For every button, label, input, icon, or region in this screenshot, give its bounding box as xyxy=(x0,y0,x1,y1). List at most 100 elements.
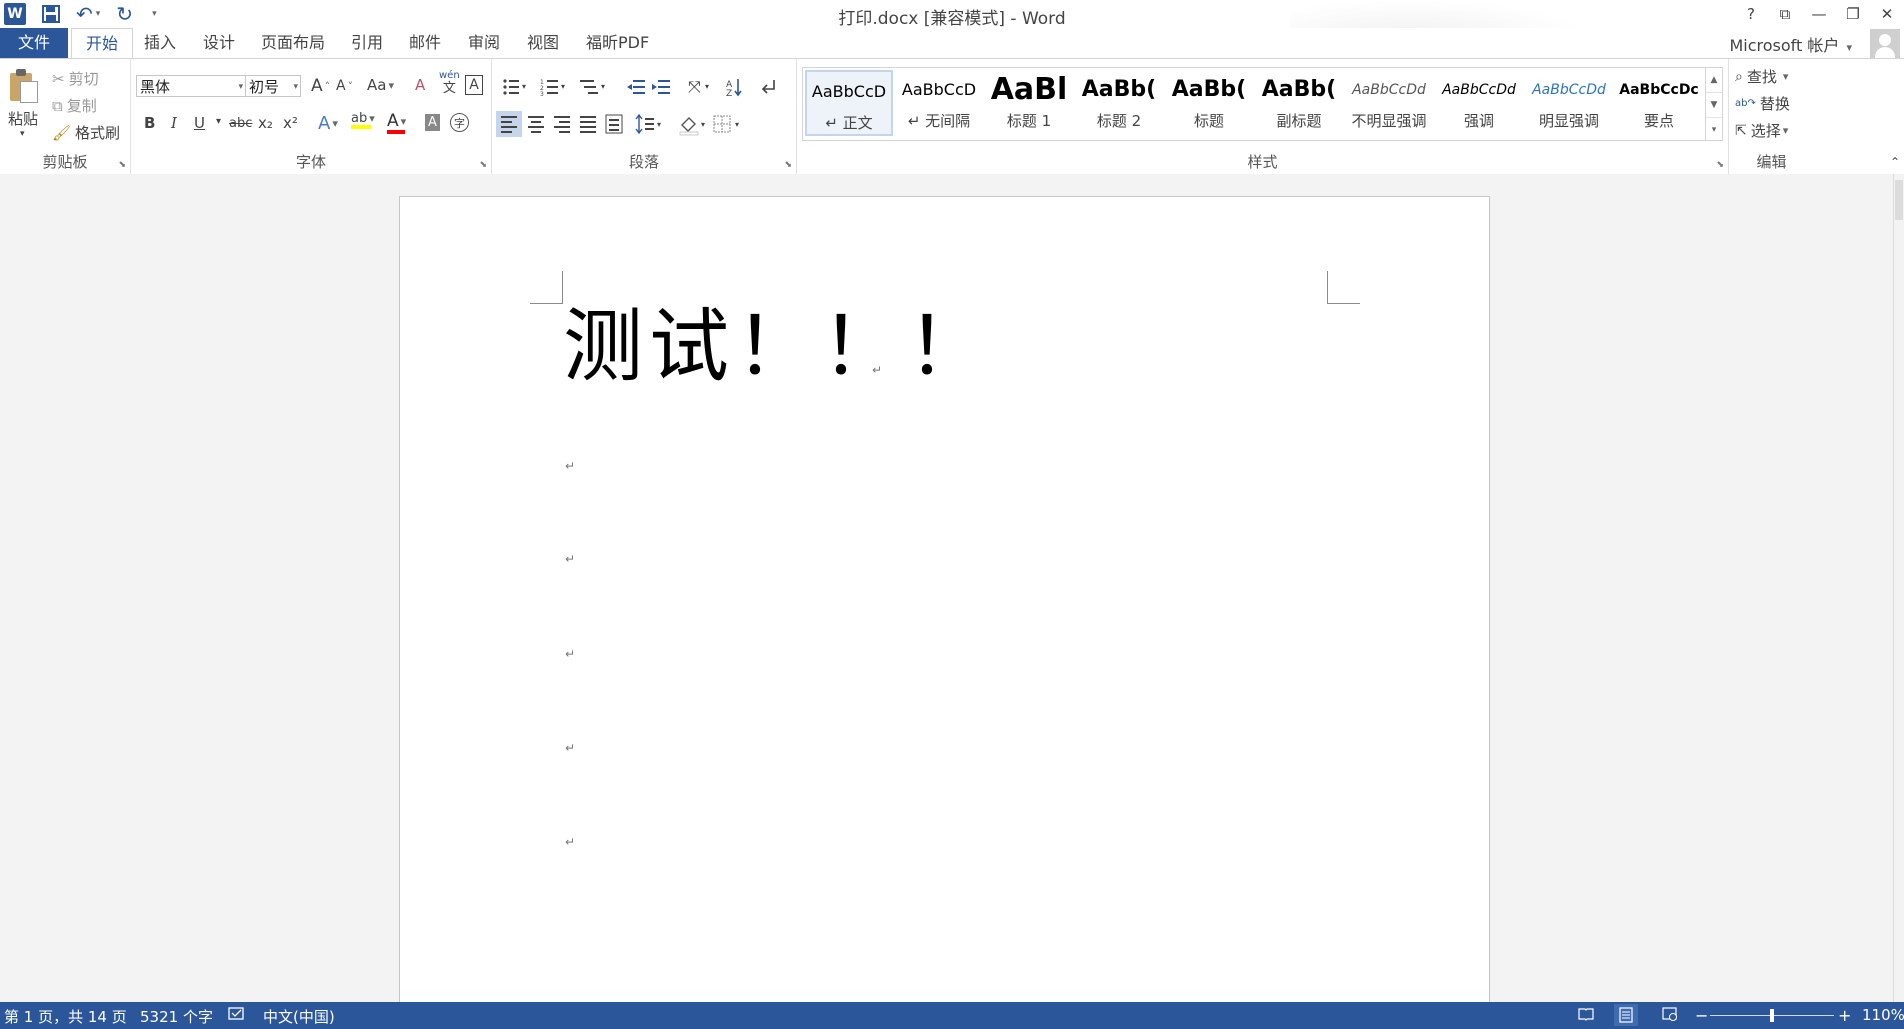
style-intense-emphasis[interactable]: AaBbCcDd 明显强调 xyxy=(1525,70,1613,136)
strikethrough-button[interactable]: abc xyxy=(229,116,252,131)
style-no-spacing[interactable]: AaBbCcD ↵ 无间隔 xyxy=(895,70,983,136)
tab-home[interactable]: 开始 xyxy=(71,28,134,59)
font-family-combo[interactable]: 黑体 ▾ xyxy=(136,75,246,97)
tab-foxit-pdf[interactable]: 福昕PDF xyxy=(572,28,663,58)
ribbon-display-options-button[interactable]: ⧉ xyxy=(1768,0,1802,28)
style-strong[interactable]: AaBbCcDc 要点 xyxy=(1615,70,1703,136)
paste-dropdown-icon[interactable]: ▾ xyxy=(20,129,25,139)
redo-button[interactable]: ↻ xyxy=(116,2,133,26)
scrollbar-thumb[interactable] xyxy=(1895,180,1903,220)
word-app-icon[interactable]: W xyxy=(4,3,26,25)
borders-button[interactable] xyxy=(712,111,742,137)
show-marks-button[interactable] xyxy=(760,77,782,97)
language[interactable]: 中文(中国) xyxy=(263,1006,335,1027)
print-layout-icon[interactable] xyxy=(1614,1004,1638,1026)
line-spacing-button[interactable] xyxy=(634,111,668,137)
undo-dropdown-icon[interactable]: ▾ xyxy=(96,9,101,19)
styles-scroll-down-icon[interactable]: ▼ xyxy=(1706,93,1722,118)
grow-font-button[interactable]: A ˄ xyxy=(311,76,330,96)
style-heading-1[interactable]: AaBl 标题 1 xyxy=(985,70,1073,136)
chinese-layout-button[interactable] xyxy=(688,77,718,97)
page-count[interactable]: 第 1 页，共 14 页 xyxy=(4,1006,127,1027)
font-size-combo[interactable]: 初号 ▾ xyxy=(245,75,301,97)
account-menu[interactable]: Microsoft 帐户 ▾ xyxy=(1729,32,1852,56)
style-title[interactable]: AaBb( 标题 xyxy=(1165,70,1253,136)
clipboard-launcher-icon[interactable]: ⬊ xyxy=(118,160,126,170)
distributed-button[interactable] xyxy=(604,111,626,137)
style-normal[interactable]: AaBbCcD ↵ 正文 xyxy=(805,70,893,136)
styles-scroll-up-icon[interactable]: ▲ xyxy=(1706,68,1722,93)
align-left-button[interactable] xyxy=(496,111,522,137)
underline-button[interactable]: U xyxy=(194,114,205,132)
select-button[interactable]: ⇱ 选择 ▾ xyxy=(1735,120,1788,141)
increase-indent-button[interactable] xyxy=(652,77,674,97)
close-button[interactable]: ✕ xyxy=(1870,0,1904,28)
tab-review[interactable]: 审阅 xyxy=(454,28,514,58)
document-heading[interactable]: 测试！！！ xyxy=(563,307,993,387)
align-center-button[interactable] xyxy=(526,111,548,137)
align-right-button[interactable] xyxy=(552,111,574,137)
tab-mailings[interactable]: 邮件 xyxy=(395,28,455,58)
paragraph-launcher-icon[interactable]: ⬊ xyxy=(784,160,792,170)
tab-insert[interactable]: 插入 xyxy=(130,28,190,58)
zoom-out-button[interactable]: − xyxy=(1695,1006,1708,1025)
word-count[interactable]: 5321 个字 xyxy=(140,1006,213,1027)
bullets-button[interactable] xyxy=(500,77,536,97)
proofing-icon[interactable] xyxy=(228,1006,246,1026)
text-effects-button[interactable]: A ▾ xyxy=(318,113,338,134)
font-family-dropdown-icon[interactable]: ▾ xyxy=(238,76,243,98)
styles-launcher-icon[interactable]: ⬊ xyxy=(1716,160,1724,170)
change-case-button[interactable]: Aa ▾ xyxy=(367,76,394,94)
subscript-button[interactable]: x₂ xyxy=(258,114,273,132)
style-heading-2[interactable]: AaBb( 标题 2 xyxy=(1075,70,1163,136)
superscript-button[interactable]: x² xyxy=(283,114,298,132)
style-emphasis[interactable]: AaBbCcDd 强调 xyxy=(1435,70,1523,136)
tab-design[interactable]: 设计 xyxy=(189,28,249,58)
shrink-font-button[interactable]: A ˅ xyxy=(336,78,353,94)
find-button[interactable]: ⌕ 查找 ▾ xyxy=(1735,66,1788,87)
italic-button[interactable]: I xyxy=(171,114,177,132)
clear-formatting-button[interactable]: A xyxy=(415,76,425,94)
collapse-ribbon-icon[interactable]: ⌃ xyxy=(1890,155,1900,169)
read-mode-icon[interactable] xyxy=(1578,1006,1594,1026)
tab-view[interactable]: 视图 xyxy=(513,28,573,58)
replace-button[interactable]: ab↷ 替换 xyxy=(1735,93,1790,114)
multilevel-list-button[interactable] xyxy=(580,77,616,97)
character-shading-button[interactable]: A xyxy=(425,114,440,131)
format-painter-button[interactable]: 🖌 格式刷 xyxy=(52,122,120,143)
paste-button[interactable]: 粘贴 xyxy=(8,108,38,129)
sort-button[interactable] xyxy=(726,77,748,97)
justify-button[interactable] xyxy=(578,111,600,137)
zoom-level[interactable]: 110% xyxy=(1862,1006,1904,1024)
highlight-button[interactable]: ab ▾ xyxy=(351,111,375,129)
web-layout-icon[interactable] xyxy=(1662,1006,1678,1026)
restore-button[interactable]: ❐ xyxy=(1836,0,1870,28)
tab-layout[interactable]: 页面布局 xyxy=(247,28,339,58)
customize-qat-button[interactable]: ▾ xyxy=(149,9,157,19)
styles-more-icon[interactable]: ▾ xyxy=(1706,118,1722,142)
zoom-slider-thumb[interactable] xyxy=(1770,1009,1774,1022)
numbering-button[interactable] xyxy=(540,77,576,97)
help-button[interactable]: ? xyxy=(1734,0,1768,28)
style-subtitle[interactable]: AaBb( 副标题 xyxy=(1255,70,1343,136)
character-border-button[interactable]: A xyxy=(465,75,483,95)
zoom-in-button[interactable]: + xyxy=(1838,1006,1851,1025)
vertical-scrollbar[interactable] xyxy=(1893,174,1904,1002)
tab-references[interactable]: 引用 xyxy=(337,28,397,58)
bold-button[interactable]: B xyxy=(144,114,155,132)
phonetic-guide-button[interactable]: wén 文 xyxy=(439,69,460,95)
cut-button[interactable]: ✂ 剪切 xyxy=(52,68,99,89)
tab-file[interactable]: 文件 xyxy=(0,28,68,58)
font-color-button[interactable]: A ▾ xyxy=(387,111,406,134)
font-launcher-icon[interactable]: ⬊ xyxy=(479,160,487,170)
shading-button[interactable] xyxy=(678,111,708,137)
minimize-button[interactable]: — xyxy=(1802,0,1836,28)
style-subtle-emphasis[interactable]: AaBbCcDd 不明显强调 xyxy=(1345,70,1433,136)
save-button[interactable] xyxy=(42,5,60,23)
decrease-indent-button[interactable] xyxy=(627,77,649,97)
avatar[interactable] xyxy=(1870,29,1900,59)
paste-icon[interactable] xyxy=(8,69,38,103)
underline-dropdown-icon[interactable]: ▾ xyxy=(216,116,221,127)
document-page[interactable]: 测试！！！ ↵ ↵ ↵ ↵ ↵ ↵ xyxy=(399,196,1490,1018)
undo-button[interactable]: ↶ ▾ xyxy=(76,2,100,26)
